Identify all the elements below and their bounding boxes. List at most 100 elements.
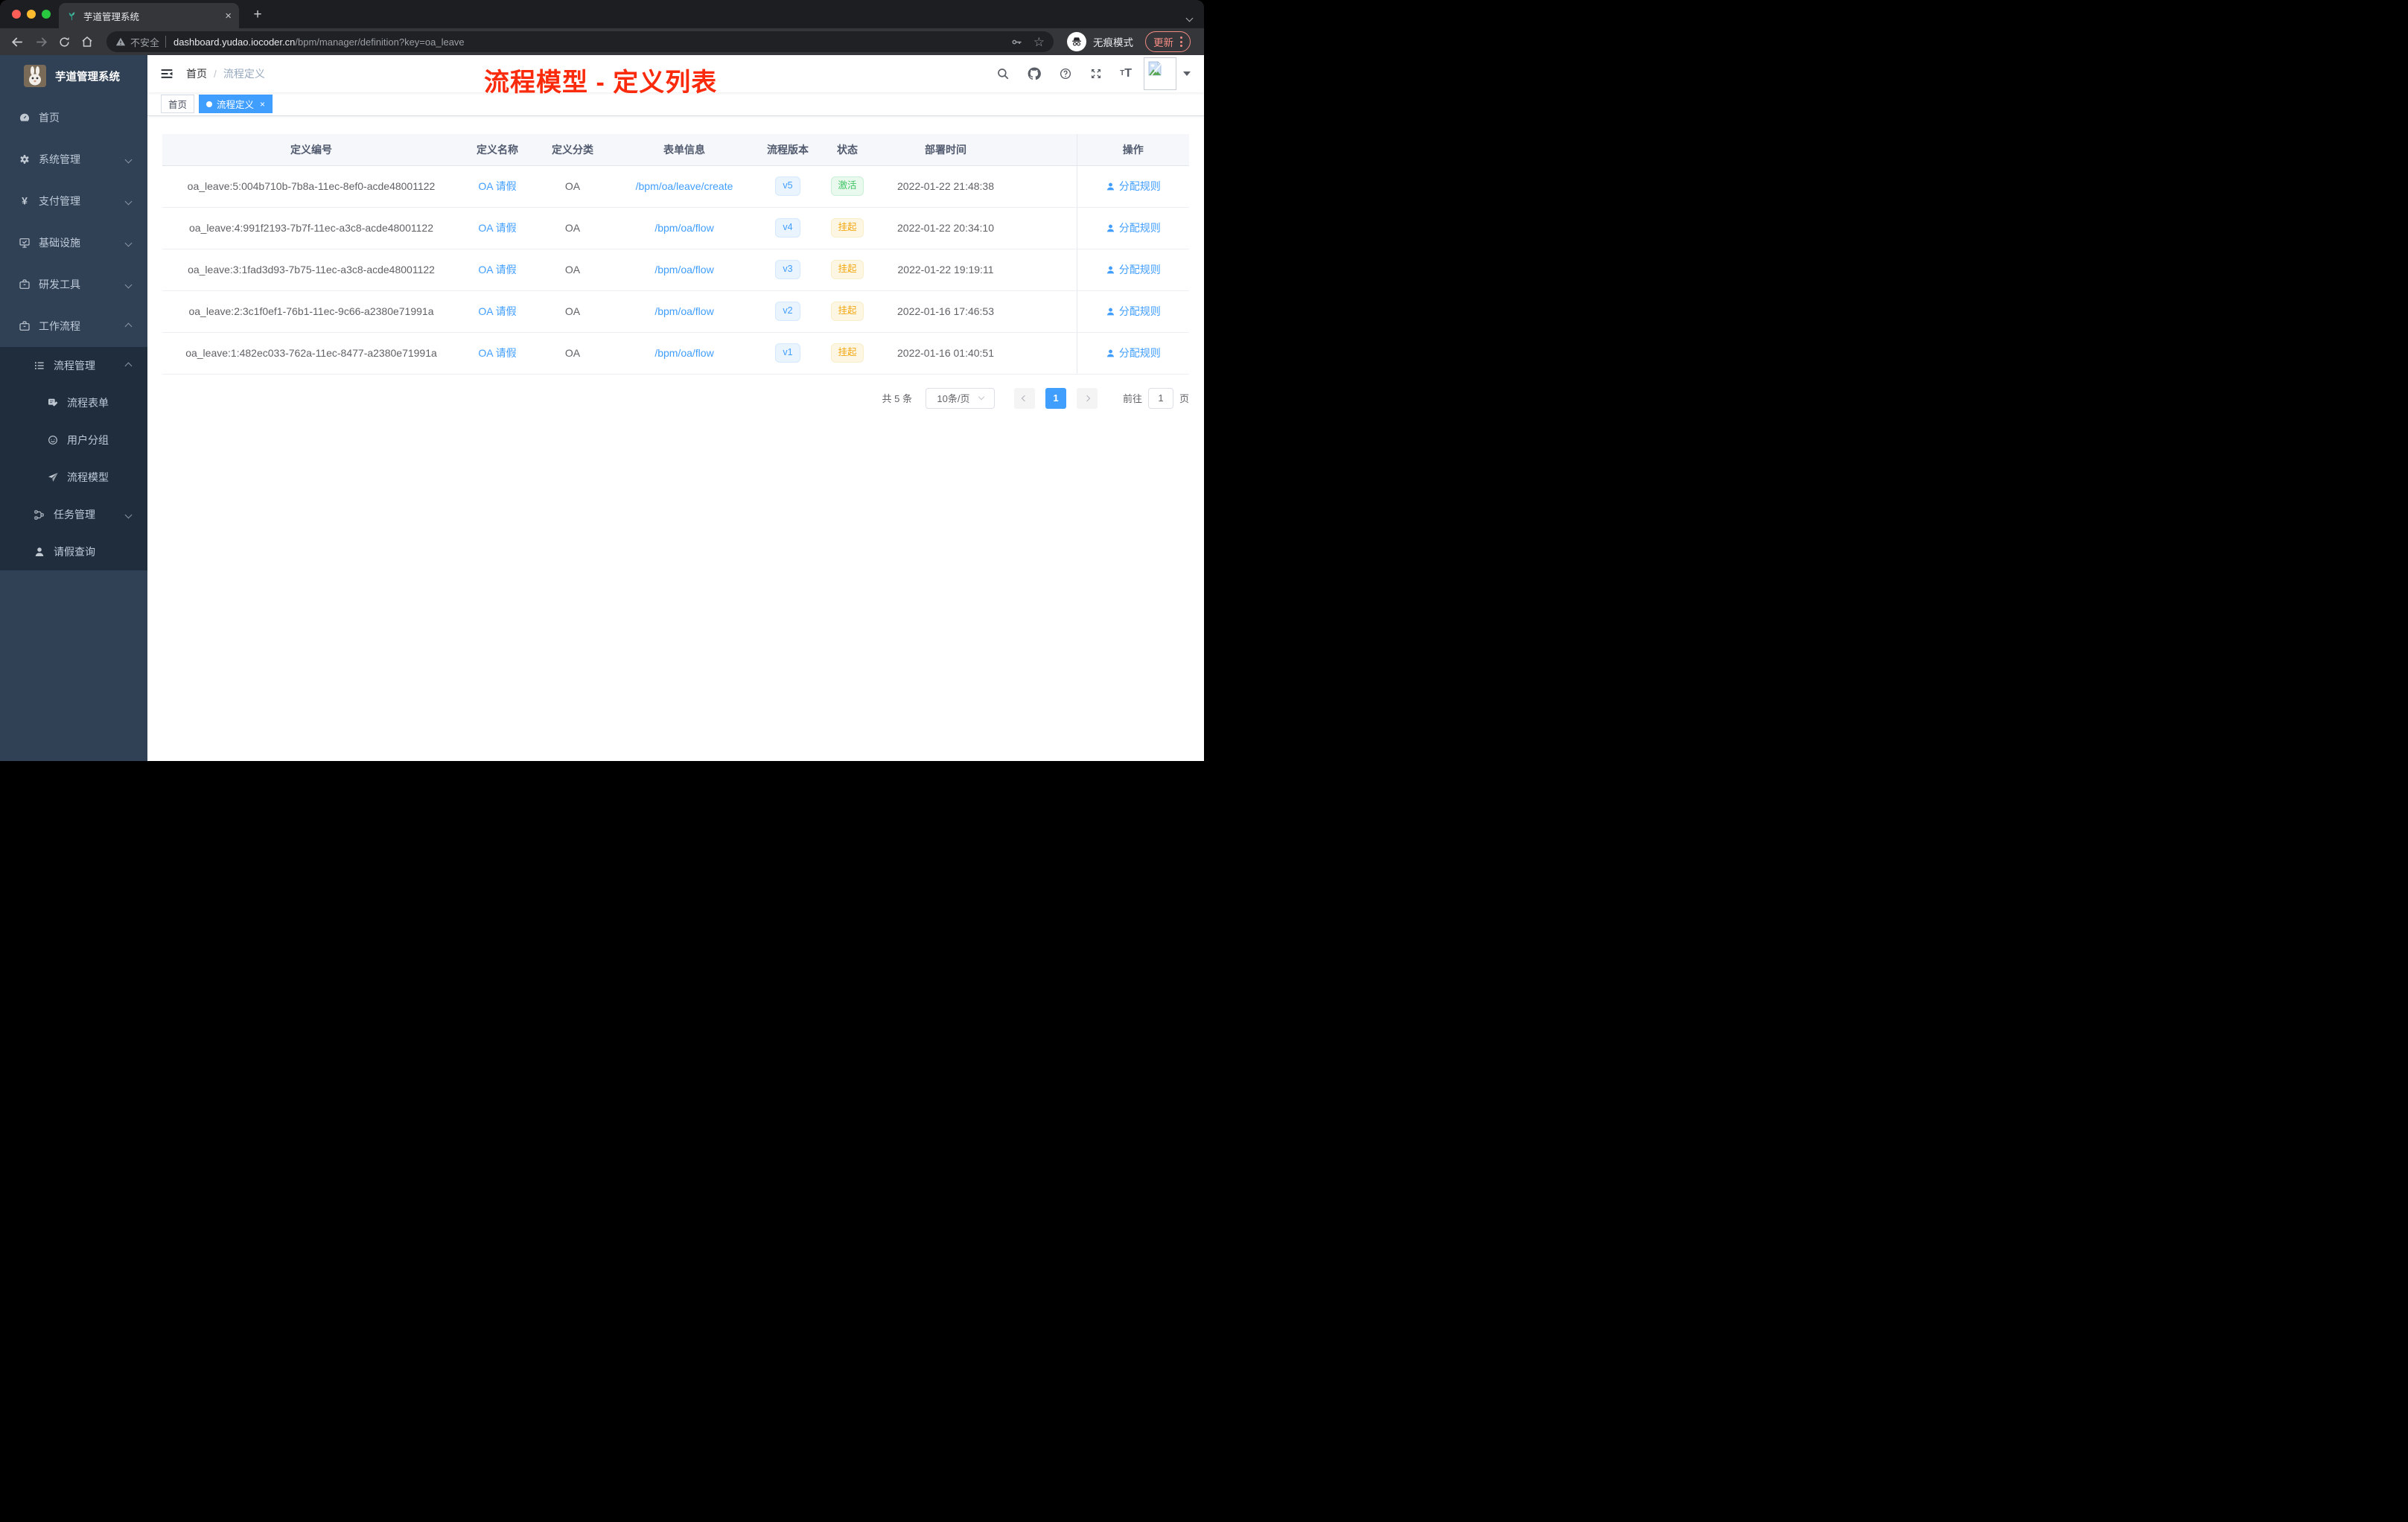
monitor-icon [18, 237, 31, 249]
assign-rule-link[interactable]: 分配规则 [1106, 346, 1161, 360]
sidebar-item-toolbox[interactable]: 工作流程 [0, 305, 147, 347]
sidebar-menu: 首页系统管理 ¥ 支付管理 基础设施 研发工具 工作流程 流程管理 流程表单用户分组流程模型任… [0, 97, 147, 570]
form-link[interactable]: /bpm/oa/flow [654, 222, 713, 234]
zoom-window-button[interactable] [42, 10, 51, 19]
definition-name-link[interactable]: OA 请假 [478, 305, 516, 317]
sidebar-item-label: 请假查询 [54, 546, 95, 558]
chevron-down-icon [124, 281, 133, 288]
definition-category: OA [564, 347, 581, 359]
current-page-button[interactable]: 1 [1045, 387, 1066, 409]
help-icon[interactable] [1059, 67, 1072, 80]
assign-rule-link[interactable]: 分配规则 [1106, 220, 1161, 235]
sidebar-item-label: 系统管理 [39, 153, 80, 165]
bookmark-star-icon[interactable]: ☆ [1033, 36, 1045, 48]
paper-plane-icon [46, 471, 59, 483]
col-header-deployed: 部署时间 [877, 134, 1014, 166]
sidebar-item-user[interactable]: 请假查询 [0, 533, 147, 570]
chevron-down-icon [978, 393, 984, 401]
app-title: 芋道管理系统 [55, 71, 120, 83]
sidebar-item-people[interactable]: 用户分组 [0, 421, 147, 459]
assign-rule-link[interactable]: 分配规则 [1106, 262, 1161, 277]
form-link[interactable]: /bpm/oa/flow [654, 264, 713, 276]
back-icon[interactable] [10, 35, 25, 49]
assign-rule-link[interactable]: 分配规则 [1106, 179, 1161, 194]
tag-close-icon[interactable]: × [260, 100, 265, 109]
table-header-row: 定义编号 定义名称 定义分类 表单信息 流程版本 状态 部署时间 操作 [162, 134, 1189, 166]
sidebar: 芋道管理系统 首页系统管理 ¥ 支付管理 基础设施 研发工具 工作流程 流程管理 流程表单用户… [0, 55, 147, 761]
url-bar[interactable]: 不安全 dashboard.yudao.iocoder.cn /bpm/mana… [106, 31, 1054, 52]
tree-list-icon [33, 360, 45, 372]
avatar[interactable] [1144, 57, 1176, 90]
github-icon[interactable] [1027, 66, 1042, 81]
reload-icon[interactable] [58, 36, 71, 48]
definition-category: OA [564, 222, 581, 234]
browser-tab-strip: 芋道管理系统 × + [0, 0, 1204, 28]
definition-category: OA [564, 305, 581, 317]
sidebar-item-form-edit[interactable]: 流程表单 [0, 384, 147, 421]
key-icon[interactable] [1010, 36, 1023, 48]
sidebar-item-gear[interactable]: 系统管理 [0, 138, 147, 180]
sidebar-item-yen[interactable]: ¥ 支付管理 [0, 180, 147, 222]
assign-rule-label: 分配规则 [1118, 305, 1161, 317]
sidebar-item-paper-plane[interactable]: 流程模型 [0, 459, 147, 496]
tab-close-icon[interactable]: × [225, 10, 232, 22]
browser-tab[interactable]: 芋道管理系统 × [59, 3, 239, 28]
status-tag: 挂起 [831, 260, 864, 279]
traffic-lights [12, 10, 51, 19]
definition-name-link[interactable]: OA 请假 [478, 347, 516, 359]
tab-search-chevron-icon[interactable] [1185, 11, 1194, 25]
breadcrumb-home[interactable]: 首页 [186, 66, 207, 81]
tag-process-definition[interactable]: 流程定义 × [199, 95, 273, 113]
page-size-value: 10条/页 [937, 393, 970, 404]
sidebar-item-label: 任务管理 [54, 509, 95, 520]
sidebar-item-tree-list[interactable]: 流程管理 [0, 347, 147, 384]
form-link[interactable]: /bpm/oa/flow [654, 347, 713, 359]
close-window-button[interactable] [12, 10, 21, 19]
page-size-select[interactable]: 10条/页 [925, 387, 995, 409]
page-content: 定义编号 定义名称 定义分类 表单信息 流程版本 状态 部署时间 操作 oa_l… [147, 116, 1204, 761]
assign-rule-label: 分配规则 [1118, 264, 1161, 276]
goto-page-input[interactable] [1147, 387, 1173, 409]
favicon-plant-icon [66, 10, 77, 22]
sidebar-item-dashboard[interactable]: 首页 [0, 97, 147, 138]
font-size-icon[interactable]: TT [1120, 68, 1132, 80]
pagination: 共 5 条 10条/页 1 前往 页 [162, 387, 1189, 409]
col-header-actions: 操作 [1076, 134, 1189, 166]
home-icon[interactable] [80, 35, 94, 48]
assign-rule-link[interactable]: 分配规则 [1106, 304, 1161, 319]
new-tab-button[interactable]: + [248, 5, 267, 25]
definition-name-link[interactable]: OA 请假 [478, 222, 516, 234]
deployed-time: 2022-01-22 21:48:38 [897, 180, 994, 192]
tag-home[interactable]: 首页 [161, 95, 195, 113]
assign-rule-label: 分配规则 [1118, 222, 1161, 234]
definition-name-link[interactable]: OA 请假 [478, 180, 516, 192]
version-badge: v4 [775, 218, 800, 238]
fullscreen-icon[interactable] [1089, 67, 1103, 80]
browser-update-menu-button[interactable]: 更新 [1145, 31, 1191, 52]
active-dot-icon [206, 101, 213, 107]
assign-rule-label: 分配规则 [1118, 347, 1161, 359]
table-row: oa_leave:2:3c1f0ef1-76b1-11ec-9c66-a2380… [162, 290, 1189, 333]
sidebar-item-monitor[interactable]: 基础设施 [0, 222, 147, 264]
chevron-down-icon [124, 239, 133, 246]
col-header-id: 定义编号 [162, 134, 460, 166]
hamburger-collapse-icon[interactable] [159, 66, 174, 81]
sidebar-item-toolbox[interactable]: 研发工具 [0, 264, 147, 305]
deployed-time: 2022-01-22 19:19:11 [897, 264, 994, 276]
tag-home-label: 首页 [168, 100, 188, 110]
next-page-button[interactable] [1076, 387, 1098, 409]
forward-icon[interactable] [34, 35, 48, 49]
form-link[interactable]: /bpm/oa/leave/create [636, 180, 733, 192]
avatar-caret-icon[interactable] [1183, 71, 1191, 76]
definition-name-link[interactable]: OA 请假 [478, 264, 516, 276]
form-link[interactable]: /bpm/oa/flow [654, 305, 713, 317]
sidebar-item-nodes[interactable]: 任务管理 [0, 496, 147, 533]
version-badge: v3 [775, 260, 800, 279]
prev-page-button[interactable] [1013, 387, 1035, 409]
minimize-window-button[interactable] [27, 10, 36, 19]
definition-id: oa_leave:4:991f2193-7b7f-11ec-a3c8-acde4… [189, 222, 433, 234]
incognito-badge: 无痕模式 [1067, 32, 1133, 51]
chevron-down-icon [124, 156, 133, 163]
search-icon[interactable] [996, 67, 1010, 80]
sidebar-item-label: 用户分组 [67, 434, 109, 446]
